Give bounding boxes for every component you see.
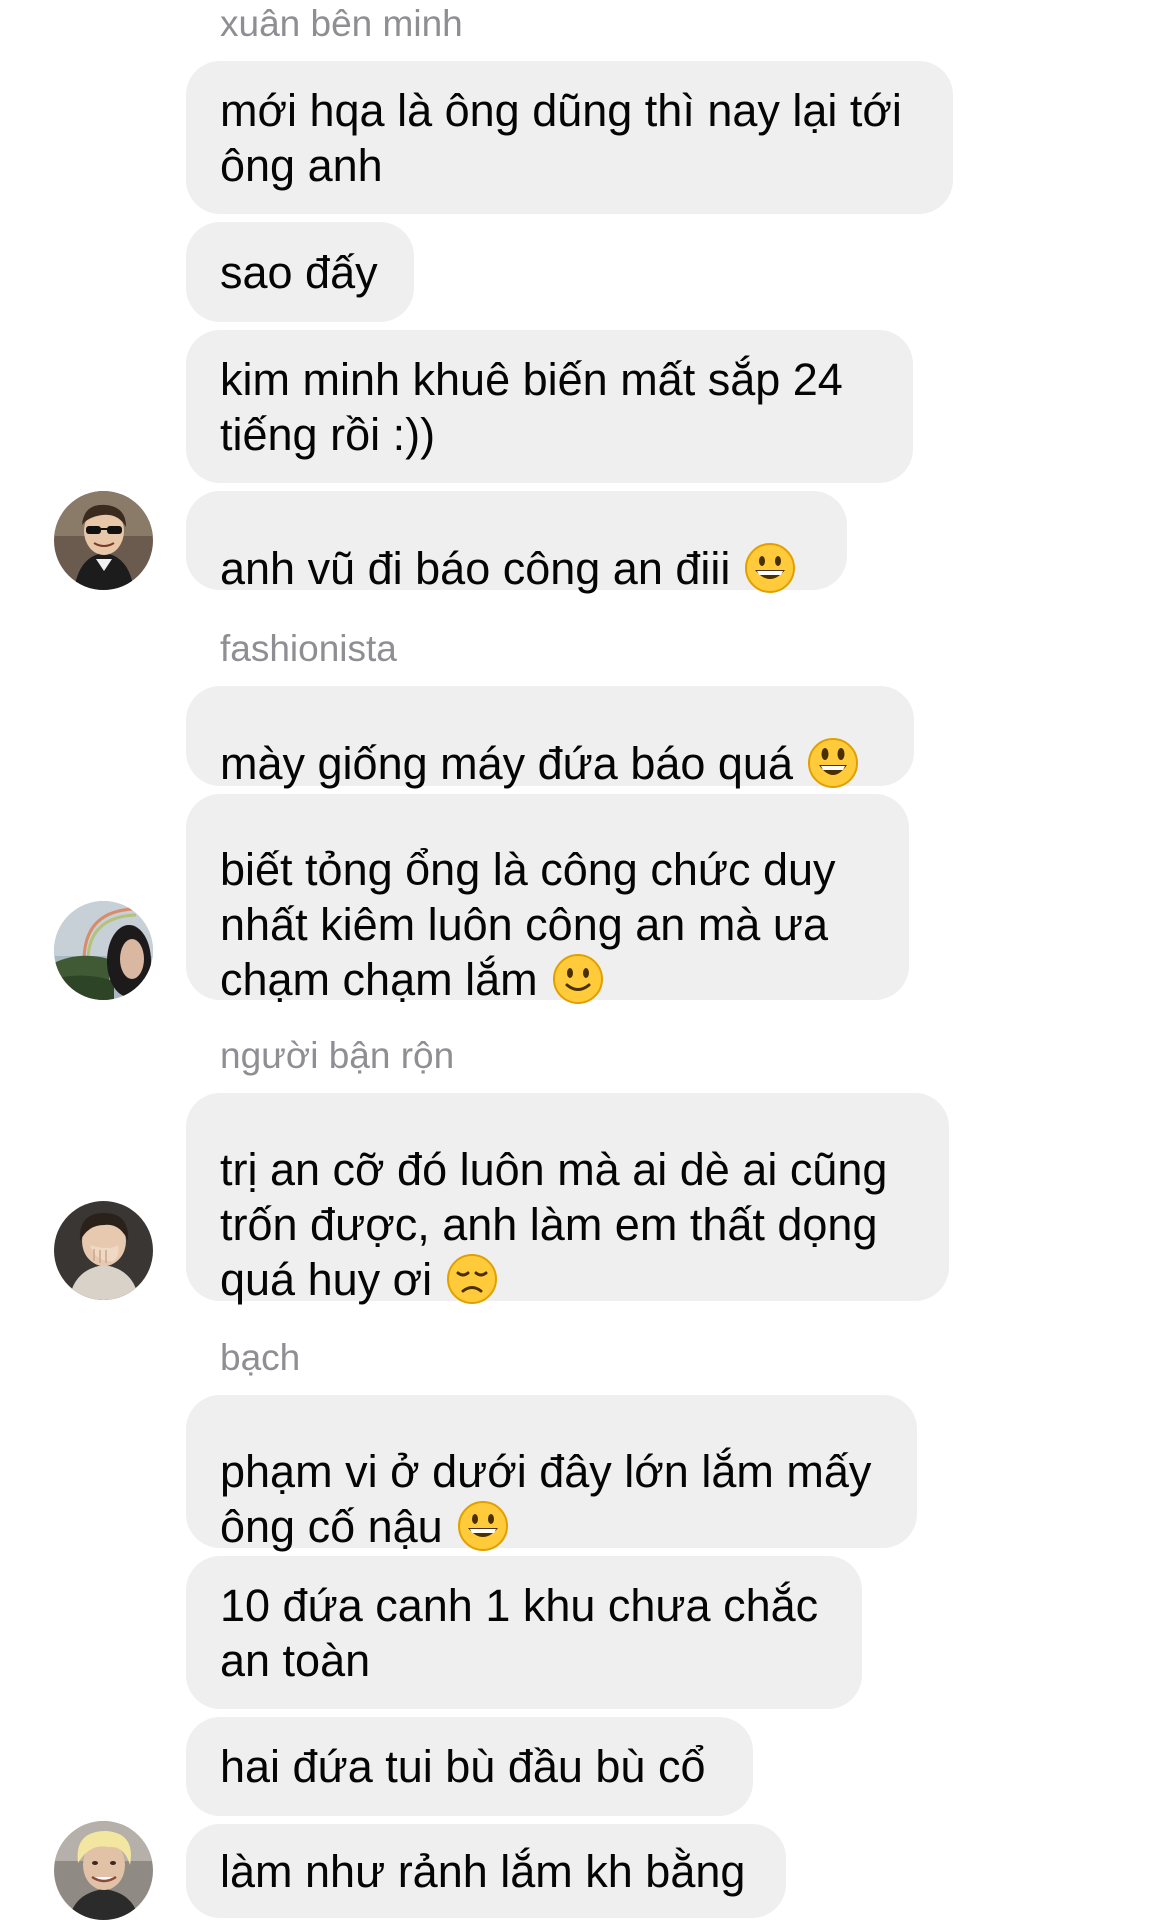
sender-name: xuân bên minh — [220, 3, 463, 44]
message-bubble[interactable]: kim minh khuê biến mất sắp 24 tiếng rồi … — [186, 330, 913, 483]
avatar[interactable] — [54, 1821, 153, 1920]
avatar-person-hand-face-icon — [54, 1201, 153, 1300]
message-bubble[interactable]: trị an cỡ đó luôn mà ai dè ai cũng trốn … — [186, 1093, 949, 1305]
message-bubble[interactable]: làm như rảnh lắm kh bằng — [186, 1824, 786, 1918]
message-text: sao đấy — [220, 246, 378, 298]
avatar[interactable] — [54, 1201, 153, 1300]
message-text-content: trị an cỡ đó luôn mà ai dè ai cũng trốn … — [220, 1144, 888, 1305]
message-text: kim minh khuê biến mất sắp 24 tiếng rồi … — [220, 353, 843, 460]
grinning-face-icon — [457, 1501, 508, 1551]
chat-thread: xuân bên minh mới hqa là ông dũng thì na… — [0, 0, 1163, 1920]
message-text-content: anh vũ đi báo công an điii — [220, 542, 731, 594]
message-bubble[interactable]: 10 đứa canh 1 khu chưa chắc an toàn — [186, 1556, 862, 1709]
message-text: mày giống máy đứa báo quá — [220, 681, 859, 791]
message-text-content: biết tỏng ổng là công chức duy nhất kiêm… — [220, 844, 836, 1005]
message-text: làm như rảnh lắm kh bằng — [220, 1845, 746, 1897]
slightly-smiling-face-icon — [552, 954, 603, 1004]
message-bubble[interactable]: sao đấy — [186, 222, 414, 322]
avatar[interactable] — [54, 491, 153, 590]
message-bubble[interactable]: mới hqa là ông dũng thì nay lại tới ông … — [186, 61, 953, 214]
message-bubble[interactable]: anh vũ đi báo công an điii — [186, 491, 847, 594]
message-bubble[interactable]: phạm vi ở dưới đây lớn lắm mấy ông cố nậ… — [186, 1395, 917, 1552]
avatar-blond-person-icon — [54, 1821, 153, 1920]
disappointed-face-icon — [447, 1254, 498, 1304]
message-text-content: phạm vi ở dưới đây lớn lắm mấy ông cố nậ… — [220, 1446, 872, 1552]
sender-name: fashionista — [220, 628, 397, 669]
message-text: phạm vi ở dưới đây lớn lắm mấy ông cố nậ… — [220, 1389, 871, 1554]
grinning-face-icon — [745, 542, 796, 593]
avatar-man-sunglasses-icon — [54, 491, 153, 590]
sender-name: người bận rộn — [220, 1035, 455, 1076]
message-text: trị an cỡ đó luôn mà ai dè ai cũng trốn … — [220, 1087, 887, 1307]
message-text: anh vũ đi báo công an điii — [220, 486, 796, 596]
smiley-face-icon — [807, 738, 858, 788]
avatar-rainbow-landscape-icon — [54, 901, 153, 1000]
message-bubble[interactable]: mày giống máy đứa báo quá — [186, 686, 914, 789]
message-text: biết tỏng ổng là công chức duy nhất kiêm… — [220, 787, 836, 1007]
message-text: mới hqa là ông dũng thì nay lại tới ông … — [220, 84, 902, 191]
message-text-content: mày giống máy đứa báo quá — [220, 738, 793, 789]
avatar[interactable] — [54, 901, 153, 1000]
message-bubble[interactable]: hai đứa tui bù đầu bù cổ — [186, 1717, 753, 1816]
message-text: 10 đứa canh 1 khu chưa chắc an toàn — [220, 1579, 819, 1686]
message-text: hai đứa tui bù đầu bù cổ — [220, 1741, 706, 1792]
message-bubble[interactable]: biết tỏng ổng là công chức duy nhất kiêm… — [186, 794, 909, 1005]
sender-name: bạch — [220, 1337, 301, 1378]
